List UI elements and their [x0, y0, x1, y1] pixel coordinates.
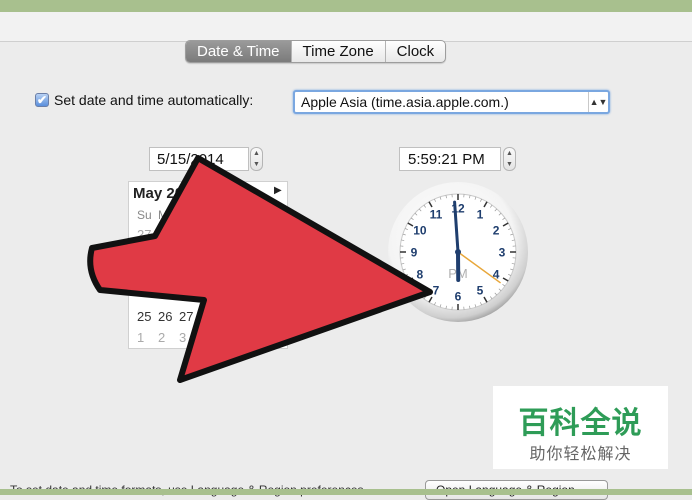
- watermark-logo: 百科全说 助你轻松解决: [493, 386, 668, 469]
- watermark-subtitle: 助你轻松解决: [493, 440, 668, 464]
- bottom-border: [0, 489, 692, 495]
- watermark-title: 百科全说: [493, 398, 668, 442]
